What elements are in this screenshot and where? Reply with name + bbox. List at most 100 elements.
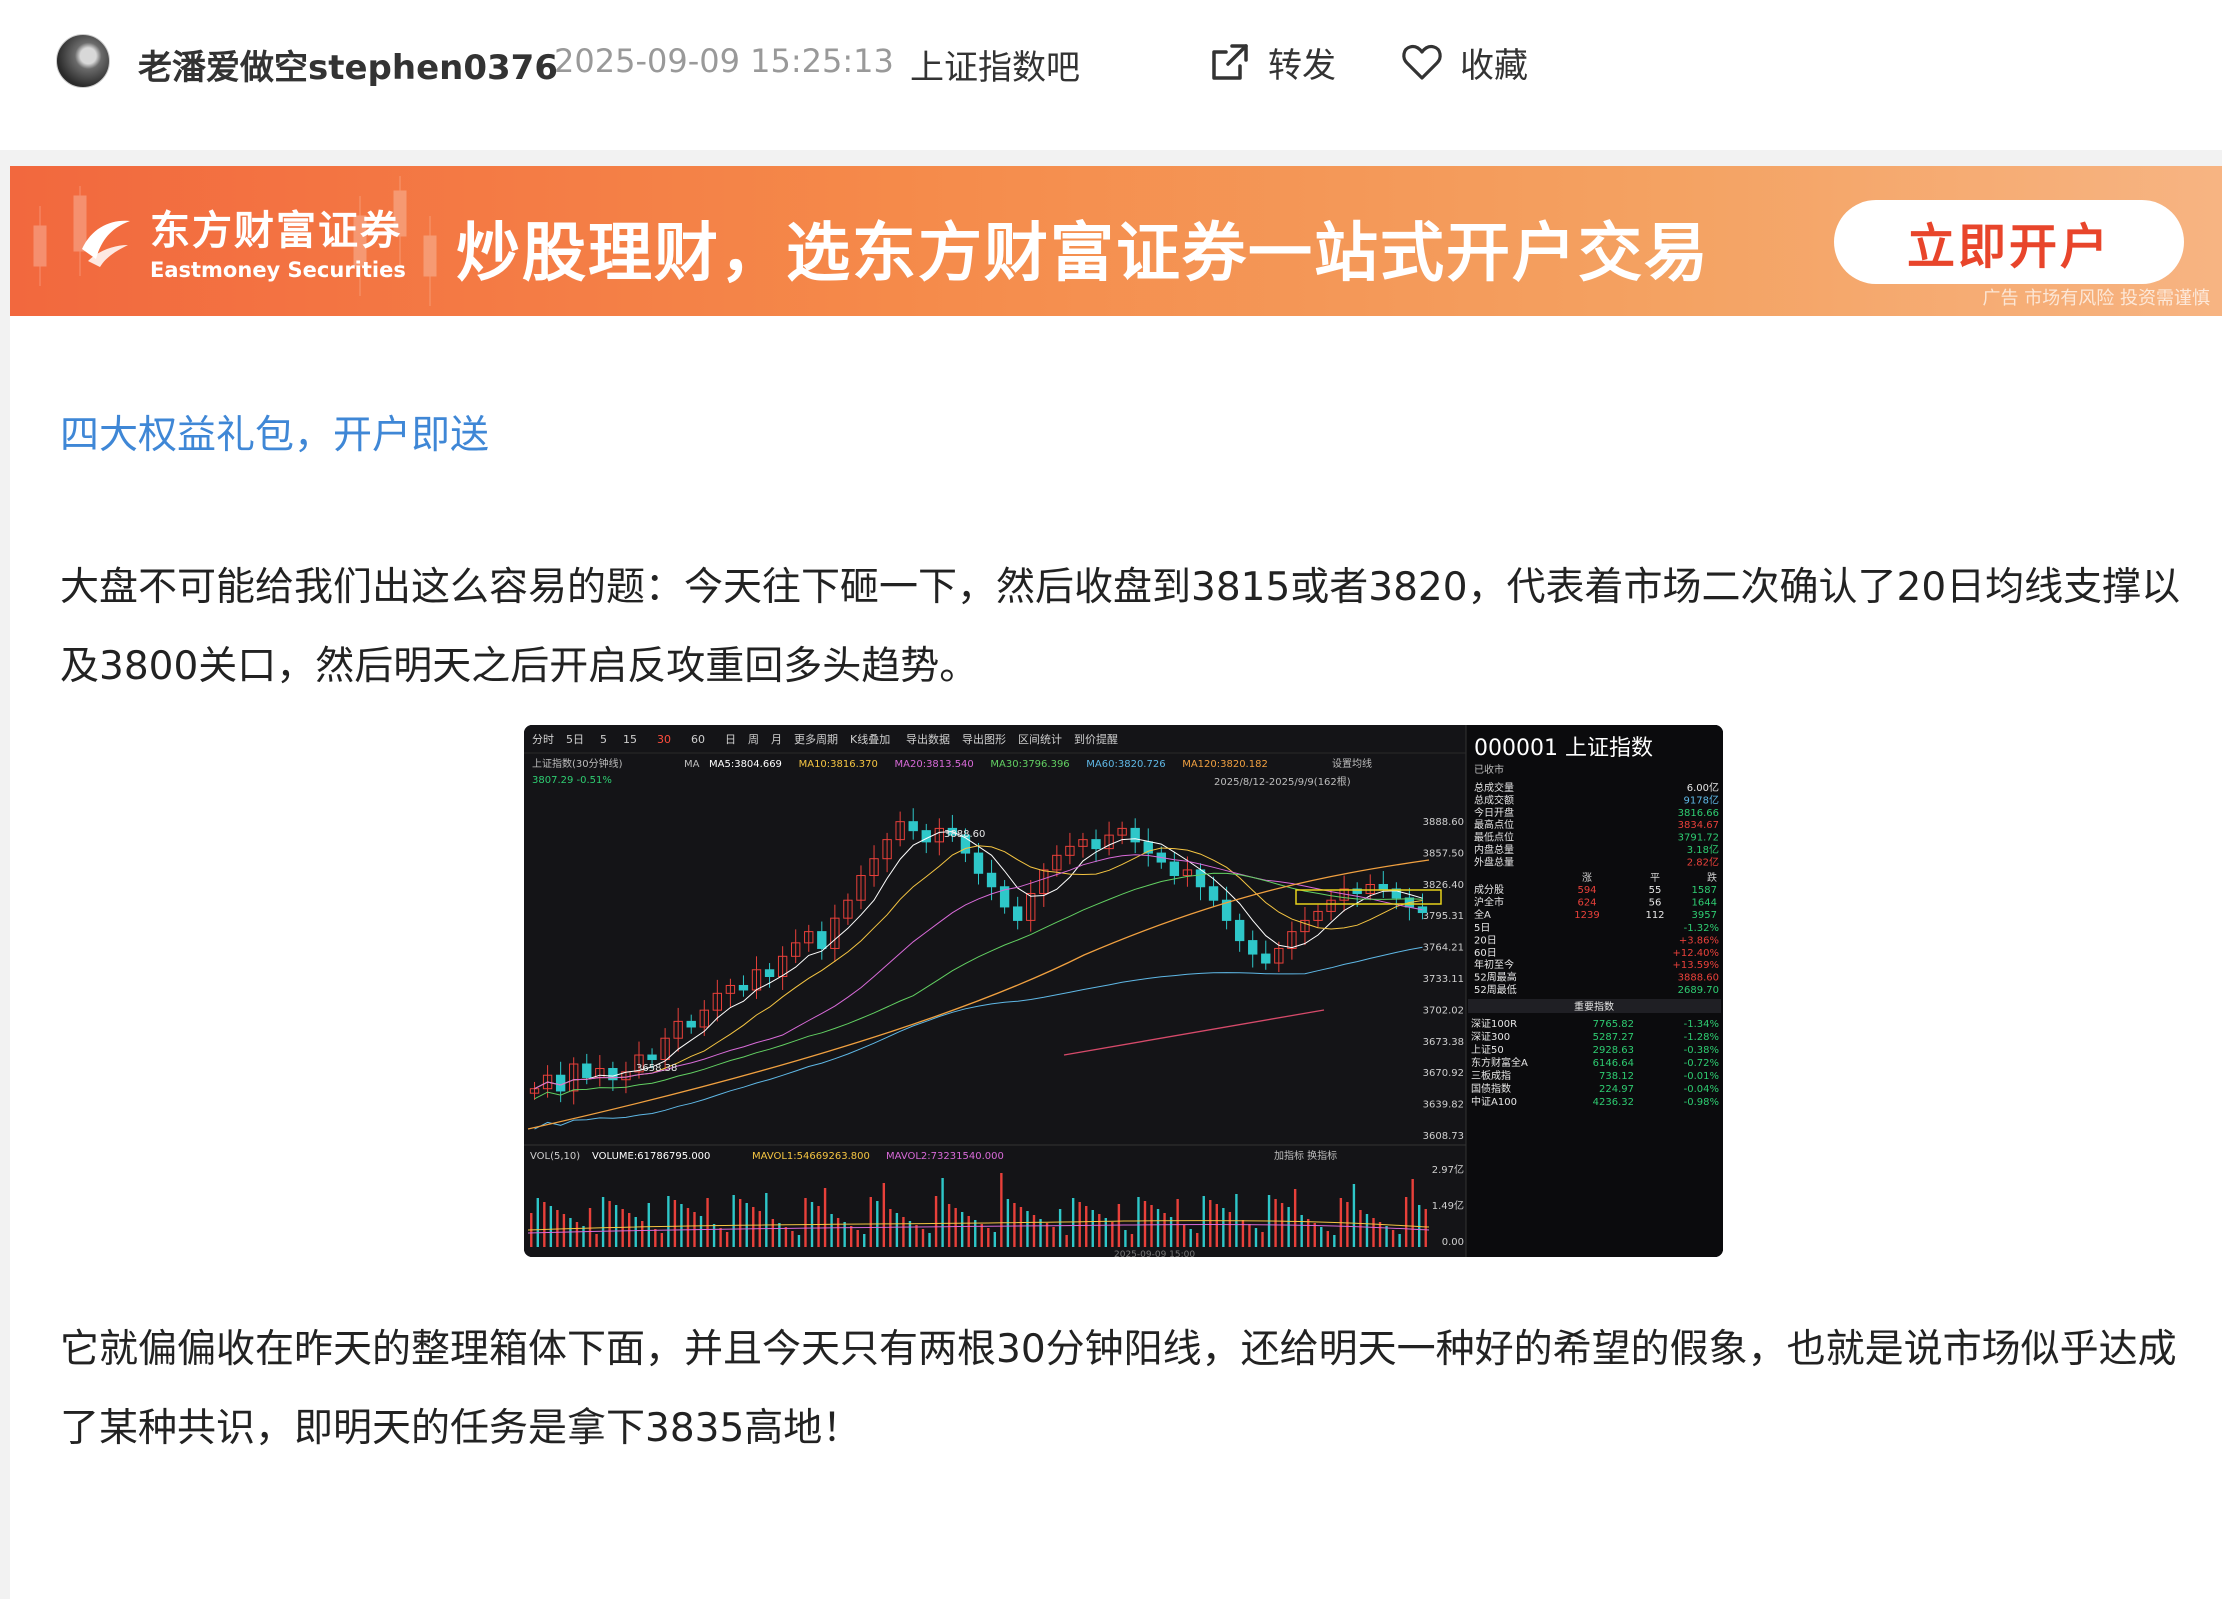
index-change: -1.34%: [1684, 1019, 1719, 1030]
candle-body: [908, 821, 918, 832]
volume-bar: [1111, 1222, 1114, 1247]
share-button[interactable]: 转发: [1208, 36, 1336, 88]
share-label: 转发: [1268, 45, 1336, 86]
ma-setting: 设置均线: [1332, 757, 1372, 770]
share-icon: [1212, 44, 1248, 80]
index-name: 上证50: [1471, 1044, 1504, 1056]
volume-bar: [608, 1201, 611, 1247]
volume-bar: [1104, 1218, 1108, 1247]
volume-bar: [791, 1231, 794, 1247]
breadth-label: 全A: [1474, 908, 1491, 921]
breadth-up: 594: [1577, 885, 1596, 896]
volume-bar: [817, 1206, 820, 1247]
avatar[interactable]: [56, 34, 110, 88]
volume-bar: [732, 1195, 735, 1247]
toolbar-item: 月: [771, 733, 782, 746]
y-tick-label: 3888.60: [1423, 817, 1464, 828]
index-name: 国债指数: [1471, 1082, 1511, 1095]
volume-bar: [895, 1213, 899, 1247]
indices-title: 重要指数: [1574, 1000, 1614, 1013]
promo-link[interactable]: 四大权益礼包，开户即送: [60, 404, 489, 460]
breadth-flat: 56: [1649, 897, 1662, 908]
index-price: 5287.27: [1593, 1032, 1634, 1043]
y-tick-label: 3639.82: [1423, 1100, 1464, 1111]
volume-bar: [928, 1233, 931, 1247]
stat-label: 最高点位: [1474, 818, 1514, 831]
candle-body: [686, 1020, 696, 1028]
volume-bar: [1169, 1217, 1173, 1247]
volume-bar: [797, 1235, 801, 1247]
volume-bar: [738, 1199, 742, 1247]
favorite-label: 收藏: [1460, 45, 1528, 86]
volume-bar: [1019, 1207, 1023, 1247]
volume-bar: [752, 1207, 755, 1247]
stat-value: 3.18亿: [1687, 843, 1719, 856]
volume-bar: [1300, 1215, 1303, 1247]
volume-bar: [1189, 1229, 1192, 1247]
volume-bar: [960, 1212, 964, 1247]
volume-bar: [543, 1202, 546, 1247]
volume-bar: [1163, 1213, 1166, 1247]
volume-bar: [1365, 1214, 1369, 1247]
volume-bar: [601, 1197, 605, 1247]
toolbar-item: 5日: [566, 733, 584, 746]
y-tick-label: 3673.38: [1423, 1037, 1464, 1048]
volume-bar: [1287, 1207, 1290, 1247]
candle-body: [647, 1054, 657, 1061]
post-header: 老潘爱做空stephen0376 2025-09-09 15:25:13 上证指…: [0, 0, 2222, 150]
breadth-up: 1239: [1574, 910, 1599, 921]
y-tick-label: 3670.92: [1423, 1068, 1464, 1079]
axis-date: 2025-09-09 15:00: [1114, 1250, 1195, 1257]
forum-link[interactable]: 上证指数吧: [910, 40, 1080, 89]
volume-bar: [1045, 1223, 1049, 1247]
index-change: -0.04%: [1684, 1084, 1719, 1095]
post-paragraph: 它就偏偏收在昨天的整理箱体下面，并且今天只有两根30分钟阳线，还给明天一种好的希…: [60, 1327, 2177, 1451]
perf-label: 52周最低: [1474, 983, 1517, 996]
volume-bar: [627, 1213, 631, 1247]
last-price: 3807.29 -0.51%: [532, 775, 612, 786]
vol-tools: 加指标 换指标: [1274, 1149, 1337, 1162]
volume-bar: [1293, 1189, 1297, 1247]
volume-bar: [582, 1226, 585, 1247]
post-paragraph: 大盘不可能给我们出这么容易的题：今天往下砸一下，然后收盘到3815或者3820，…: [60, 565, 2181, 689]
open-account-button[interactable]: 立即开户: [1834, 200, 2184, 284]
volume-bar: [1313, 1223, 1316, 1247]
brand-name-cn: 东方财富证券: [150, 207, 402, 254]
volume-bar: [1307, 1219, 1310, 1247]
volume-bar: [725, 1232, 729, 1247]
username[interactable]: 老潘爱做空stephen0376: [138, 40, 558, 89]
stat-value: 2.82亿: [1687, 855, 1719, 868]
volume-bar: [765, 1193, 768, 1247]
volume-bar: [595, 1234, 598, 1247]
volume-bar: [1058, 1209, 1062, 1247]
candle-body: [764, 969, 775, 978]
ma-label: MA: [684, 759, 700, 770]
volume-bar: [1052, 1227, 1055, 1247]
ad-banner[interactable]: 东方财富证券 Eastmoney Securities 炒股理财，选东方财富证券…: [10, 166, 2222, 316]
volume-bar: [686, 1208, 690, 1247]
volume-bar: [1071, 1198, 1075, 1247]
vol-tick-label: 0.00: [1442, 1237, 1464, 1248]
volume-bar: [889, 1209, 892, 1247]
volume-bar: [699, 1216, 703, 1247]
volume-bar: [843, 1222, 846, 1247]
volume-bar: [634, 1217, 637, 1247]
volume-bar: [1333, 1235, 1336, 1247]
favorite-button[interactable]: 收藏: [1400, 36, 1528, 88]
volume-bar: [784, 1227, 788, 1247]
candle-body: [738, 984, 749, 991]
volume-bar: [621, 1209, 624, 1247]
volume-bar: [849, 1226, 853, 1247]
candle-body: [1130, 827, 1140, 843]
breadth-flat: 55: [1649, 885, 1662, 896]
stat-value: 3791.72: [1678, 833, 1719, 844]
index-name: 深证300: [1471, 1031, 1510, 1043]
volume-bar: [706, 1198, 709, 1247]
volume-bar: [588, 1208, 592, 1247]
y-tick-label: 3826.40: [1423, 880, 1464, 891]
perf-value: +12.40%: [1672, 948, 1719, 959]
chart-screenshot[interactable]: 分时 5日 5 15 30 60 日周月更多周期 K线叠加 导出数据 导出图形 区间统计 到价提醒 上证…: [524, 725, 1723, 1257]
stat-label: 外盘总量: [1474, 855, 1514, 868]
candle-body: [1248, 940, 1258, 955]
volume-bar: [1404, 1197, 1408, 1247]
